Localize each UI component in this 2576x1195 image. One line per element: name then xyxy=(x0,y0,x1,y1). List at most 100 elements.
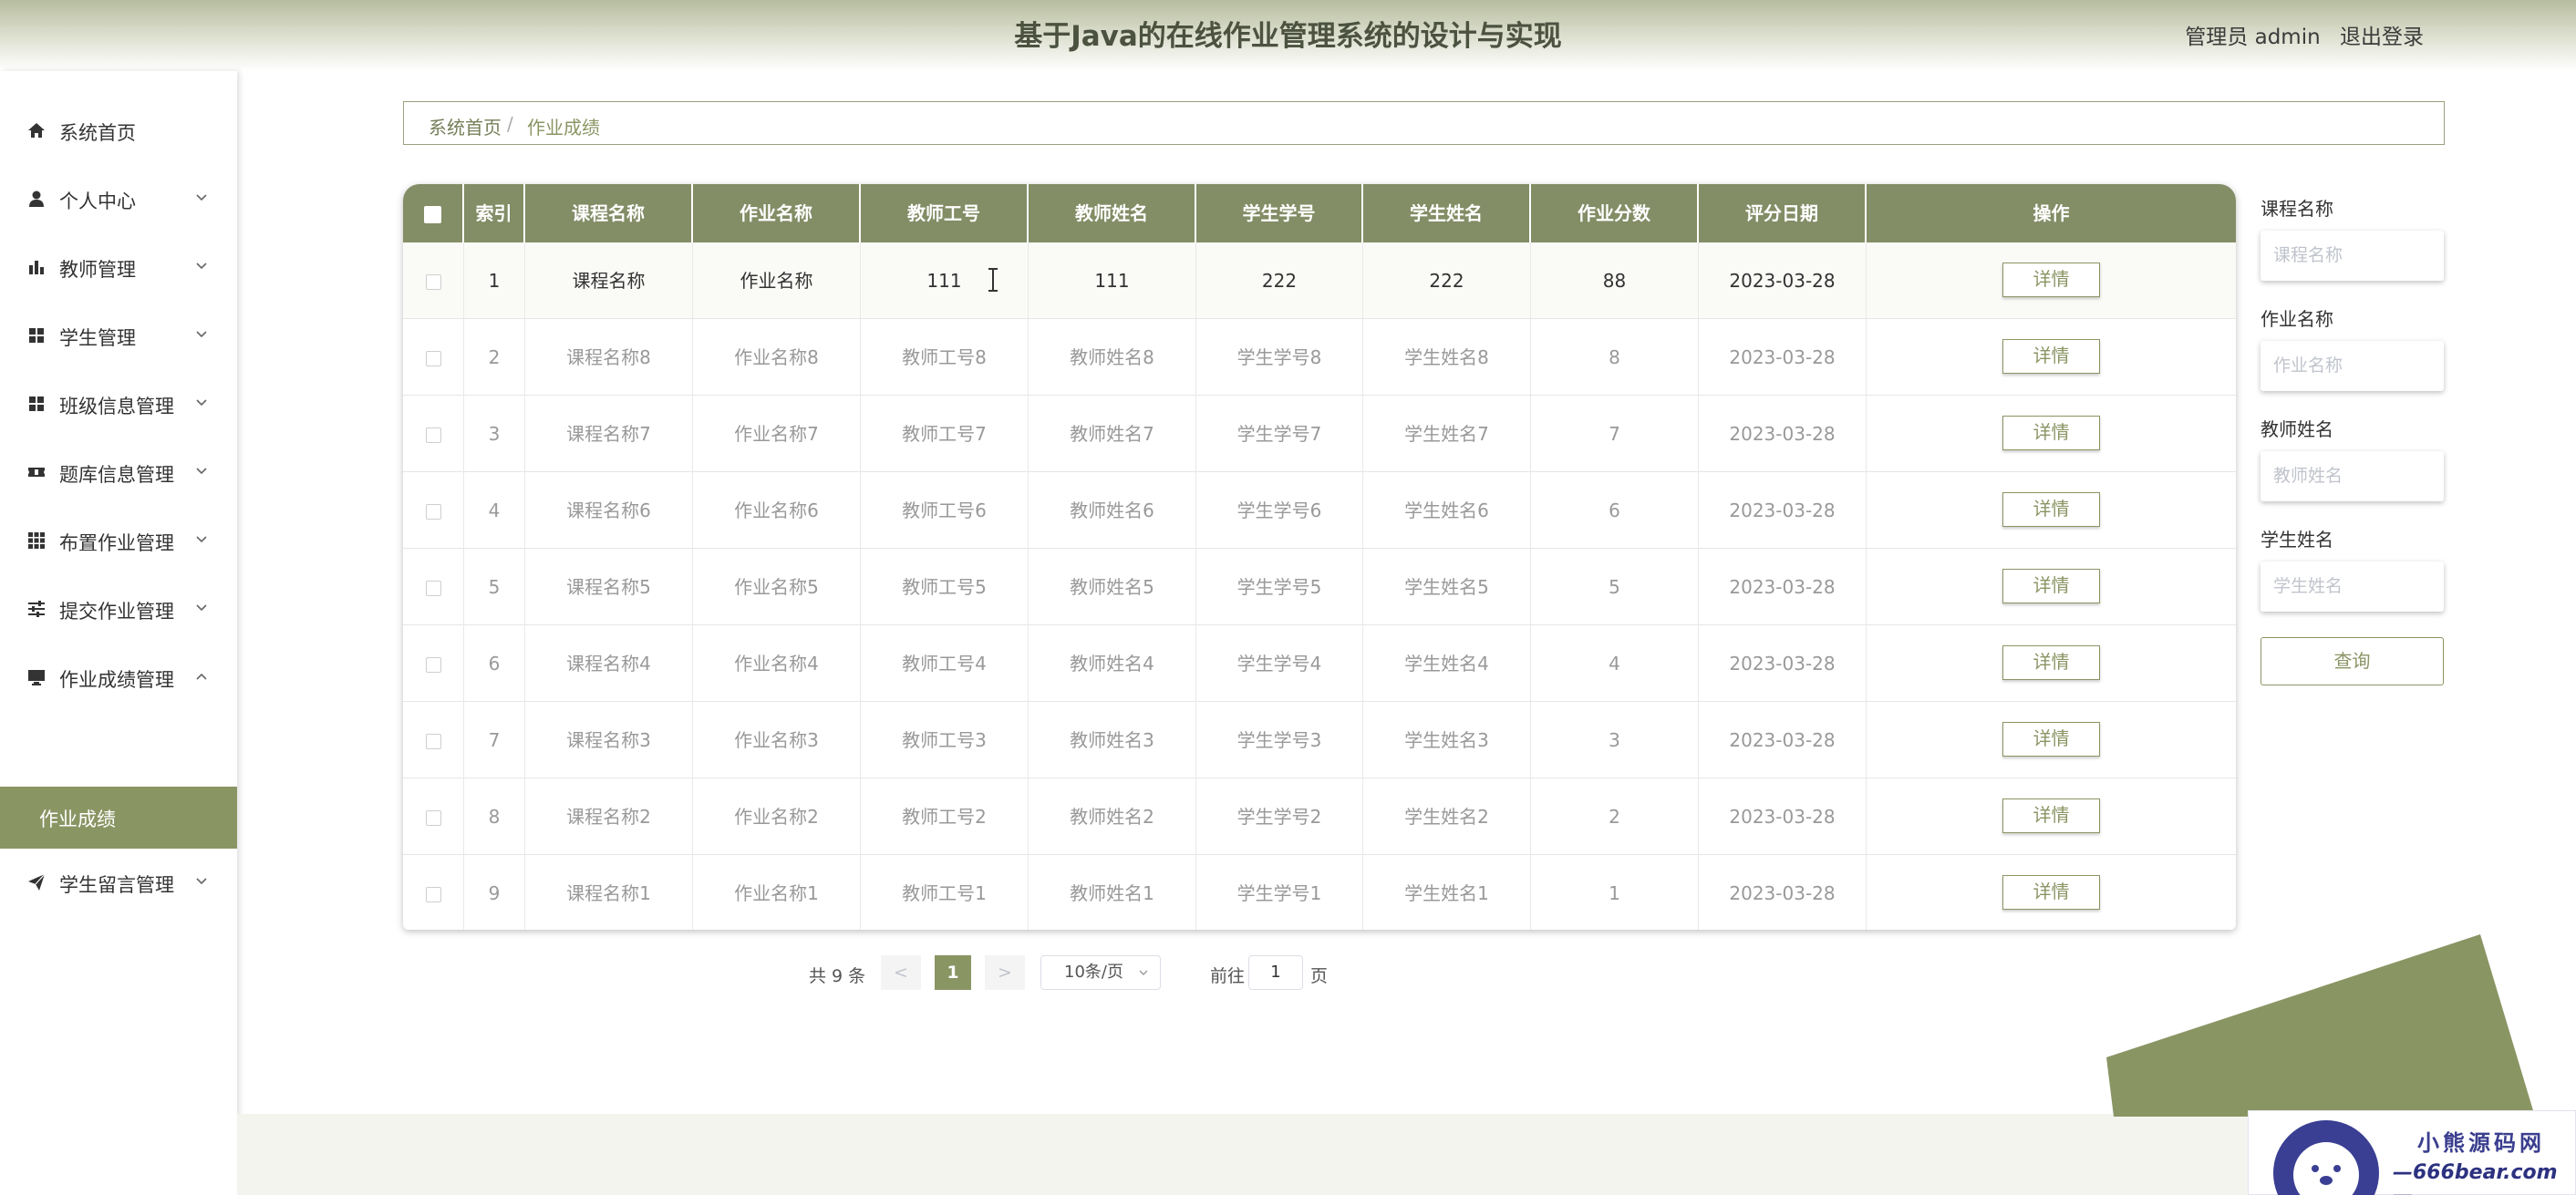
detail-button[interactable]: 详情 xyxy=(2002,415,2100,450)
sidebar-item-question-bank[interactable]: 题库信息管理 xyxy=(0,445,237,500)
jump-page-input[interactable]: 1 xyxy=(1248,955,1303,990)
page-size-value: 10条/页 xyxy=(1064,963,1123,982)
row-checkbox[interactable] xyxy=(425,810,441,826)
chevron-down-icon xyxy=(196,331,207,338)
sidebar-subitem-homework-score[interactable]: 作业成绩 xyxy=(0,787,237,849)
sidebar-item-students[interactable]: 学生管理 xyxy=(0,308,237,363)
logout-link[interactable]: 退出登录 xyxy=(2340,26,2424,49)
cell-student-no: 学生学号6 xyxy=(1196,472,1363,549)
page-number-button[interactable]: 1 xyxy=(935,955,971,990)
cell-homework: 作业名称6 xyxy=(693,472,861,549)
cell-score: 4 xyxy=(1531,625,1699,702)
row-checkbox[interactable] xyxy=(425,274,441,290)
cell-index: 4 xyxy=(464,472,525,549)
text-cursor-icon xyxy=(988,268,998,292)
cell-student-name: 学生姓名3 xyxy=(1363,702,1531,778)
cell-teacher-name: 教师姓名2 xyxy=(1029,778,1196,855)
detail-button[interactable]: 详情 xyxy=(2002,798,2100,833)
cell-score: 3 xyxy=(1531,702,1699,778)
page-size-select[interactable]: 10条/页 xyxy=(1040,955,1161,990)
row-checkbox[interactable] xyxy=(425,734,441,749)
column-header: 操作 xyxy=(2033,202,2070,224)
row-checkbox[interactable] xyxy=(425,581,441,596)
current-user: 管理员 admin xyxy=(2185,26,2321,49)
sidebar-item-homework-scores[interactable]: 作业成绩管理 xyxy=(0,650,237,705)
sidebar-item-label: 班级信息管理 xyxy=(59,396,174,417)
row-checkbox[interactable] xyxy=(425,351,441,366)
column-header: 教师工号 xyxy=(861,184,1029,242)
query-button[interactable]: 查询 xyxy=(2260,637,2444,685)
student-name-input[interactable]: 学生姓名 xyxy=(2260,561,2444,612)
watermark-title: 小熊源码网 xyxy=(2417,1129,2545,1156)
bar-chart-icon xyxy=(29,261,44,274)
detail-button[interactable]: 详情 xyxy=(2002,262,2100,297)
select-all-checkbox[interactable] xyxy=(424,206,441,223)
cell-teacher-name: 教师姓名4 xyxy=(1029,625,1196,702)
cell-homework: 作业名称3 xyxy=(693,702,861,778)
cell-homework: 作业名称 xyxy=(693,242,861,319)
cell-date: 2023-03-28 xyxy=(1699,472,1867,549)
homework-name-input[interactable]: 作业名称 xyxy=(2260,341,2444,391)
row-checkbox[interactable] xyxy=(425,657,441,673)
sidebar-item-label: 作业成绩管理 xyxy=(59,669,174,691)
detail-button[interactable]: 详情 xyxy=(2002,644,2100,680)
sidebar-item-home[interactable]: 系统首页 xyxy=(0,103,237,158)
chevron-down-icon xyxy=(196,399,207,407)
table-row: 9 课程名称1 作业名称1 教师工号1 教师姓名1 学生学号1 学生姓名1 1 2023-03-… xyxy=(403,855,2236,930)
action-cell: 详情 xyxy=(1867,319,2236,396)
sidebar-item-profile[interactable]: 个人中心 xyxy=(0,171,237,226)
course-name-input[interactable]: 课程名称 xyxy=(2260,231,2444,281)
cell-index: 9 xyxy=(464,855,525,930)
row-select-cell xyxy=(403,549,464,625)
cell-student-name: 222 xyxy=(1363,242,1531,319)
row-checkbox[interactable] xyxy=(425,428,441,443)
detail-button[interactable]: 详情 xyxy=(2002,874,2100,910)
row-select-cell xyxy=(403,319,464,396)
detail-button[interactable]: 详情 xyxy=(2002,491,2100,527)
sidebar-item-teachers[interactable]: 教师管理 xyxy=(0,240,237,294)
sidebar-item-submit-homework[interactable]: 提交作业管理 xyxy=(0,582,237,636)
chevron-up-icon xyxy=(196,673,207,680)
row-select-cell xyxy=(403,855,464,930)
sidebar-item-student-messages[interactable]: 学生留言管理 xyxy=(0,855,237,910)
table-row: 6 课程名称4 作业名称4 教师工号4 教师姓名4 学生学号4 学生姓名4 4 2023-03-… xyxy=(403,625,2236,702)
breadcrumb-home-link[interactable]: 系统首页 xyxy=(429,113,502,139)
cell-homework: 作业名称1 xyxy=(693,855,861,930)
sidebar-item-label: 教师管理 xyxy=(59,259,136,281)
sidebar-item-assign-homework[interactable]: 布置作业管理 xyxy=(0,513,237,568)
cell-student-no: 学生学号8 xyxy=(1196,319,1363,396)
column-header: 作业名称 xyxy=(693,184,861,242)
row-select-cell xyxy=(403,396,464,472)
action-cell: 详情 xyxy=(1867,778,2236,855)
watermark-url: —666bear.com— xyxy=(2393,1161,2558,1195)
cell-course: 课程名称8 xyxy=(525,319,693,396)
cell-student-name: 学生姓名4 xyxy=(1363,625,1531,702)
cell-homework: 作业名称8 xyxy=(693,319,861,396)
detail-button[interactable]: 详情 xyxy=(2002,721,2100,757)
cell-student-name: 学生姓名6 xyxy=(1363,472,1531,549)
cell-student-no: 学生学号1 xyxy=(1196,855,1363,930)
teacher-name-label: 教师姓名 xyxy=(2260,418,2333,440)
action-cell: 详情 xyxy=(1867,855,2236,930)
cell-index: 1 xyxy=(464,242,525,319)
user-icon xyxy=(29,191,44,207)
header-select-all[interactable] xyxy=(403,184,464,242)
prev-page-button[interactable]: < xyxy=(881,955,921,990)
detail-button[interactable]: 详情 xyxy=(2002,568,2100,603)
row-checkbox[interactable] xyxy=(425,504,441,520)
detail-button[interactable]: 详情 xyxy=(2002,338,2100,374)
cell-homework: 作业名称7 xyxy=(693,396,861,472)
pagination-total: 共 9 条 xyxy=(809,966,866,986)
breadcrumb-separator: / xyxy=(507,113,513,135)
cell-student-name: 学生姓名8 xyxy=(1363,319,1531,396)
jump-suffix: 页 xyxy=(1310,966,1329,986)
cell-teacher-name: 111 xyxy=(1029,242,1196,319)
row-checkbox[interactable] xyxy=(425,887,441,902)
sidebar-item-classes[interactable]: 班级信息管理 xyxy=(0,376,237,431)
decorative-shape xyxy=(2106,934,2535,1117)
sliders-icon xyxy=(28,601,45,617)
teacher-name-input[interactable]: 教师姓名 xyxy=(2260,451,2444,501)
next-page-button[interactable]: > xyxy=(985,955,1025,990)
breadcrumb-current: 作业成绩 xyxy=(527,117,600,139)
sidebar: 系统首页 个人中心 教师管理 学生管理 班级信息管理 题库信息管理 布置作业管理… xyxy=(0,71,237,1195)
